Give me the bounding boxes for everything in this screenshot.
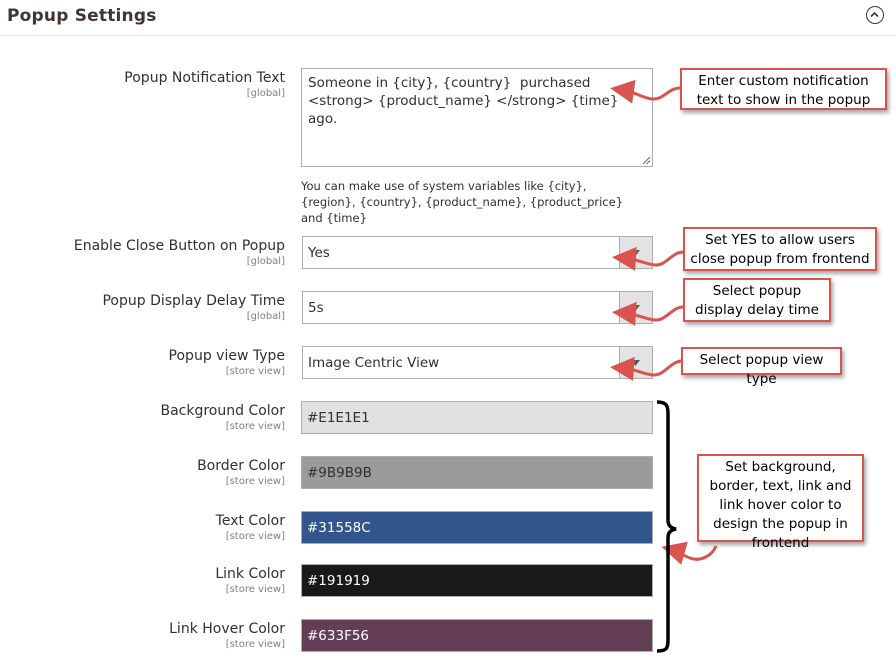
view-type-scope: [store view] [225, 366, 285, 377]
close-button-value: Yes [308, 245, 330, 261]
link-hover-color-value: #633F56 [307, 628, 370, 644]
delay-time-value: 5s [308, 300, 324, 316]
resize-handle-icon[interactable] [642, 156, 651, 165]
section-divider [0, 35, 896, 36]
notification-text-input[interactable] [301, 68, 653, 167]
view-type-value: Image Centric View [308, 355, 440, 371]
dropdown-arrow-icon[interactable] [619, 237, 652, 268]
close-button-scope: [global] [246, 256, 285, 267]
border-color-label: Border Color [197, 458, 285, 474]
background-color-input[interactable]: #E1E1E1 [301, 401, 653, 434]
delay-time-select[interactable]: 5s [302, 291, 653, 324]
background-color-scope: [store view] [225, 421, 285, 432]
border-color-scope: [store view] [225, 476, 285, 487]
callout-notification-text: Enter custom notification text to show i… [680, 68, 887, 110]
section-title: Popup Settings [7, 6, 157, 26]
border-color-input[interactable]: #9B9B9B [301, 456, 653, 489]
delay-time-scope: [global] [246, 311, 285, 322]
callout-close-button: Set YES to allow users close popup from … [683, 227, 877, 271]
notification-text-scope: [global] [246, 88, 285, 99]
callout-view-type: Select popup view type [681, 347, 842, 387]
background-color-label: Background Color [160, 403, 285, 419]
link-hover-color-input[interactable]: #633F56 [301, 619, 653, 652]
border-color-value: #9B9B9B [307, 465, 372, 481]
notification-text-label: Popup Notification Text [124, 70, 285, 86]
variables-note: You can make use of system variables lik… [301, 179, 624, 225]
bracket [656, 400, 677, 653]
text-color-label: Text Color [215, 513, 285, 529]
callout-delay-time: Select popup display delay time [683, 278, 831, 322]
close-button-select[interactable]: Yes [302, 236, 653, 269]
text-color-scope: [store view] [225, 531, 285, 542]
background-color-value: #E1E1E1 [307, 410, 370, 426]
link-hover-color-scope: [store view] [225, 639, 285, 650]
link-color-value: #191919 [307, 573, 370, 589]
view-type-select[interactable]: Image Centric View [302, 346, 653, 379]
dropdown-arrow-icon[interactable] [619, 347, 652, 378]
view-type-label: Popup view Type [168, 348, 285, 364]
delay-time-label: Popup Display Delay Time [102, 293, 285, 309]
text-color-value: #31558C [307, 520, 371, 536]
close-button-label: Enable Close Button on Popup [73, 238, 285, 254]
callout-colors: Set background, border, text, link and l… [697, 454, 864, 551]
dropdown-arrow-icon[interactable] [619, 292, 652, 323]
chevron-up-circle-icon[interactable] [866, 6, 884, 24]
link-color-label: Link Color [215, 566, 285, 582]
arrow-colors [661, 541, 718, 565]
text-color-input[interactable]: #31558C [301, 511, 653, 544]
link-color-scope: [store view] [225, 584, 285, 595]
link-color-input[interactable]: #191919 [301, 564, 653, 597]
link-hover-color-label: Link Hover Color [169, 621, 285, 637]
